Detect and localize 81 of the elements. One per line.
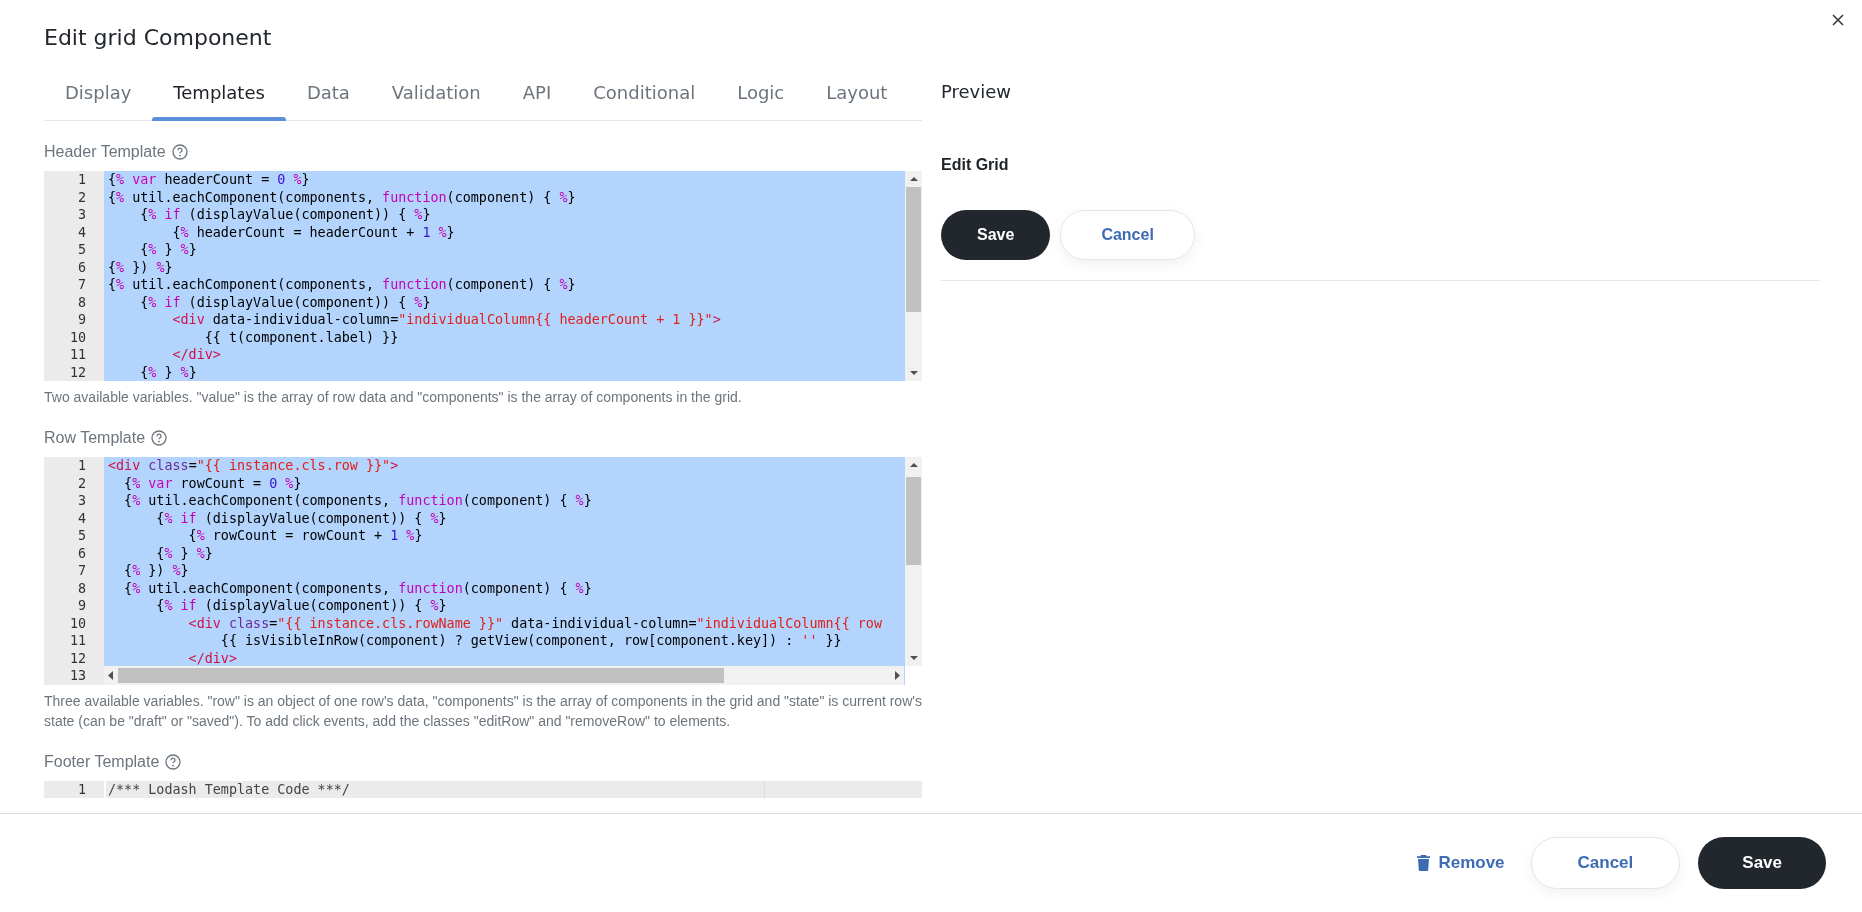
line-number: 9 bbox=[76, 311, 87, 329]
line-number: 1 bbox=[76, 171, 87, 189]
code-line: {% util.eachComponent(components, function(component) { %} bbox=[123, 493, 592, 508]
line-number: 1 bbox=[76, 457, 87, 475]
code-line: <div class="{{ instance.cls.rowName }}" data-individual-column="individualColumn{{ row bbox=[187, 615, 882, 631]
line-number: 2 bbox=[76, 188, 87, 206]
code-line: {% }) %} bbox=[108, 259, 173, 275]
field-label: Footer Template bbox=[44, 752, 160, 771]
line-number: 7 bbox=[76, 276, 87, 294]
code-line: {% var rowCount = 0 %} bbox=[123, 475, 302, 491]
tab[interactable]: Templates bbox=[152, 64, 286, 120]
save-button[interactable]: Save bbox=[941, 210, 1051, 260]
help-text: Two available variables. "value" is the array of row data and "components" is the array of components in the grid. bbox=[44, 388, 743, 407]
tab[interactable]: Data bbox=[285, 64, 371, 120]
line-number: 5 bbox=[76, 527, 87, 545]
code-line: {% if (displayValue(component)) { %} bbox=[139, 294, 431, 310]
code-line: {% rowCount = rowCount + 1 %} bbox=[187, 528, 423, 543]
code-editor[interactable] bbox=[44, 171, 922, 381]
line-number: 12 bbox=[68, 649, 87, 667]
dialog-title: Edit grid Component bbox=[44, 24, 273, 52]
line-number: 4 bbox=[76, 509, 87, 527]
line-number: 10 bbox=[68, 328, 87, 346]
line-number: 5 bbox=[76, 241, 87, 259]
cancel-button[interactable]: Cancel bbox=[1060, 210, 1195, 260]
code-editor[interactable] bbox=[44, 457, 922, 685]
line-number: 8 bbox=[76, 293, 87, 311]
remove-button[interactable]: Remove bbox=[1409, 837, 1513, 889]
tab[interactable]: Validation bbox=[370, 64, 502, 120]
code-line: {% if (displayValue(component)) { %} bbox=[155, 510, 447, 526]
help-icon[interactable] bbox=[171, 144, 188, 160]
line-number: 9 bbox=[76, 597, 87, 615]
code-line: </div> bbox=[171, 347, 221, 362]
line-number: 13 bbox=[68, 667, 87, 685]
code-line: {% } %} bbox=[155, 545, 213, 561]
line-number: 3 bbox=[76, 492, 87, 510]
code-line: {% util.eachComponent(components, function(component) { %} bbox=[108, 277, 576, 292]
line-number: 2 bbox=[76, 474, 87, 492]
code-line: {% var headerCount = 0 %} bbox=[108, 172, 310, 187]
help-text: Three available variables. "row" is an object of one row's data, "components" is the array of components in the grid and "state" is current row's state (can be "draft" or "saved"). To add click events, add the classes "editRow" and "removeRow" to elements. bbox=[44, 691, 922, 731]
line-number: 4 bbox=[76, 223, 87, 241]
code-line: {% util.eachComponent(components, function(component) { %} bbox=[108, 189, 576, 205]
line-number: 6 bbox=[76, 258, 87, 276]
line-number: 8 bbox=[76, 579, 87, 597]
line-number: 6 bbox=[76, 544, 87, 562]
tab[interactable]: Conditional bbox=[572, 64, 717, 120]
field-label: Row Template bbox=[44, 429, 146, 447]
tab[interactable]: Display bbox=[44, 64, 153, 120]
preview-heading: Preview bbox=[941, 80, 1012, 104]
help-icon[interactable] bbox=[151, 430, 168, 446]
code-line: {% if (displayValue(component)) { %} bbox=[139, 207, 431, 222]
line-number: 1 bbox=[76, 780, 87, 798]
code-line: <div data-individual-column="individualColumn{{ headerCount + 1 }}"> bbox=[171, 312, 721, 327]
line-number: 11 bbox=[68, 632, 87, 650]
cancel-button[interactable]: Cancel bbox=[1530, 837, 1681, 889]
vertical-scrollbar[interactable] bbox=[905, 171, 922, 381]
code-line: {{ isVisibleInRow(component) ? getView(component, row[component.key]) : '' }} bbox=[219, 633, 842, 648]
code-line: {% if (displayValue(component)) { %} bbox=[155, 598, 447, 613]
tab[interactable]: API bbox=[501, 64, 573, 120]
line-number: 7 bbox=[76, 562, 87, 580]
code-line: </div> bbox=[187, 650, 237, 666]
line-number: 3 bbox=[76, 206, 87, 224]
code-line: {% } %} bbox=[139, 242, 197, 257]
close-icon bbox=[1832, 14, 1844, 26]
code-line: {% util.eachComponent(components, function(component) { %} bbox=[123, 580, 592, 596]
component-label: Edit Grid bbox=[941, 156, 1009, 174]
tab[interactable]: Logic bbox=[716, 64, 806, 120]
field-label: Header Template bbox=[44, 143, 166, 161]
line-number: 11 bbox=[68, 346, 87, 364]
code-line: /*** Lodash Template Code ***/ bbox=[108, 781, 350, 797]
trash-icon bbox=[1417, 855, 1431, 871]
line-number: 12 bbox=[68, 363, 87, 381]
code-line: {% } %} bbox=[139, 364, 197, 380]
tab[interactable]: Layout bbox=[805, 64, 909, 120]
code-line: {% headerCount = headerCount + 1 %} bbox=[171, 224, 455, 240]
help-icon[interactable] bbox=[165, 753, 182, 770]
code-line: <div class="{{ instance.cls.row }}"> bbox=[108, 458, 399, 473]
save-button[interactable]: Save bbox=[1698, 837, 1826, 889]
line-number: 10 bbox=[68, 614, 87, 632]
code-line: {{ t(component.label) }} bbox=[203, 329, 399, 345]
vertical-scrollbar[interactable] bbox=[905, 457, 922, 666]
code-line: {% }) %} bbox=[123, 563, 189, 578]
